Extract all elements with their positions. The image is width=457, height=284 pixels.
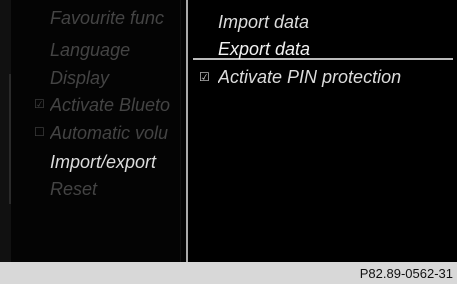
menu-item-favourite-functions[interactable]: Favourite func	[50, 7, 180, 29]
settings-menu: Favourite func Language Display ☑ Activa…	[0, 0, 186, 262]
menu-item-activate-bluetooth[interactable]: Activate Blueto	[50, 94, 180, 116]
left-panel-border	[180, 0, 181, 262]
menu-item-reset[interactable]: Reset	[50, 178, 180, 200]
menu-item-language[interactable]: Language	[50, 39, 180, 61]
figure-reference: P82.89-0562-31	[359, 266, 453, 281]
menu-item-automatic-volume[interactable]: Automatic volu	[50, 122, 180, 144]
checkbox-checked-icon[interactable]: ☑	[199, 70, 210, 84]
menu-item-import-export[interactable]: Import/export	[50, 151, 180, 173]
checkbox-unchecked-icon[interactable]: ☐	[34, 125, 45, 139]
menu-item-import-data[interactable]: Import data	[218, 11, 309, 33]
menu-item-display[interactable]: Display	[50, 67, 180, 89]
scroll-indicator[interactable]	[9, 74, 11, 204]
head-unit-screen: Favourite func Language Display ☑ Activa…	[0, 0, 457, 284]
menu-item-export-data[interactable]: Export data	[218, 38, 310, 60]
checkbox-checked-icon[interactable]: ☑	[34, 97, 45, 111]
menu-item-activate-pin-protection[interactable]: Activate PIN protection	[218, 66, 401, 88]
